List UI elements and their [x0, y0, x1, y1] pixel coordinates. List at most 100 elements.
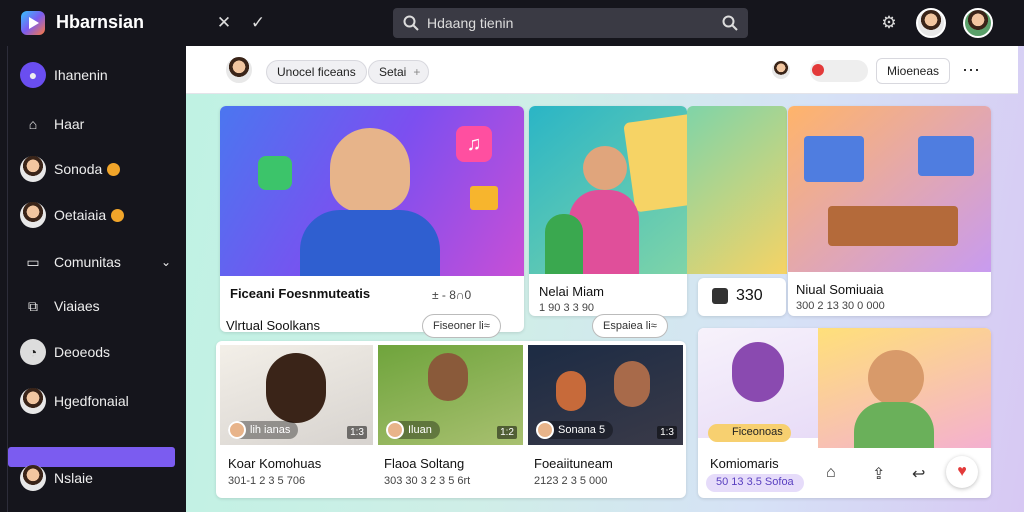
video-card-2[interactable]: Nelai Miam 1 90 3 3 90	[529, 106, 687, 316]
side-card-tag: 50 13 3.5 Sofoa	[706, 474, 804, 492]
community-icon: ▭	[26, 253, 40, 270]
app-title: Hbarnsian	[56, 12, 145, 32]
filter-chip-1[interactable]: Unocel ficeans	[266, 60, 367, 84]
reply-icon[interactable]: ↩	[912, 464, 925, 484]
channel-badge: lih ianas	[228, 421, 299, 439]
sidebar-item-label: Viaiaes	[54, 298, 100, 314]
video-card-3-title: Niual Somiuaia	[796, 282, 884, 297]
sidebar-divider	[7, 46, 8, 512]
desk-illustration	[828, 206, 958, 246]
right-action-button[interactable]: Mioeneas	[876, 58, 951, 84]
coin-icon	[107, 162, 121, 176]
video-row: lih ianas 1:3 Iluan 1:2 Sonana 5 1:3 Koa…	[216, 341, 686, 498]
channel-avatar[interactable]	[224, 55, 254, 85]
more-options-icon[interactable]: ⋯	[962, 60, 980, 81]
hgedfonaial-avatar	[20, 388, 46, 414]
sidebar-item-channel[interactable]: ● Ihanenin	[20, 61, 108, 89]
profile-avatar[interactable]	[963, 8, 993, 38]
home-icon[interactable]: ⌂	[826, 464, 836, 482]
video-thumbnail-2	[529, 106, 687, 274]
duration-label: 1:3	[657, 426, 677, 439]
video-card-2-title: Nelai Miam	[539, 284, 605, 299]
sidebar-item-nslaie[interactable]: Nslaie	[20, 464, 93, 492]
person-illustration	[583, 146, 627, 190]
channel-badge-label: Sonana 5	[558, 424, 606, 436]
side-feature-card[interactable]: Ficeonoas Komiomaris 50 13 3.5 Sofoa ⌂ ⇪…	[698, 328, 991, 498]
person-illustration	[732, 342, 784, 402]
coin-icon	[111, 208, 125, 222]
channel-badge-label: lih ianas	[250, 424, 291, 436]
search-submit-icon[interactable]	[722, 15, 738, 31]
video-c-title[interactable]: Foeaiituneam	[534, 456, 613, 471]
section-title: Vlrtual Soolkans	[226, 318, 320, 333]
live-toggle[interactable]	[810, 60, 868, 82]
board-illustration	[623, 109, 687, 213]
person-illustration	[868, 350, 924, 406]
user-avatar[interactable]	[916, 8, 946, 38]
chat-icon: ◔	[20, 339, 46, 365]
sidebar-item-sonoda[interactable]: Sonoda	[20, 155, 121, 183]
share-icon[interactable]: ⇪	[872, 464, 885, 484]
heart-icon[interactable]: ♥	[946, 456, 978, 488]
child-illustration	[545, 214, 583, 274]
sidebar-item-label: Deoeods	[54, 344, 111, 360]
music-note-icon: ♫	[456, 126, 492, 162]
settings-icon[interactable]: ⚙	[878, 12, 900, 34]
sidebar-item-comunitas[interactable]: ▭ Comunitas ⌄	[20, 248, 175, 276]
channel-icon: ●	[20, 62, 46, 88]
section-pill-1[interactable]: Fiseoner li≈	[422, 314, 501, 338]
oetaiaia-avatar	[20, 202, 46, 228]
sidebar-item-label: Hgedfonaial	[54, 393, 129, 409]
video-card-3[interactable]: Niual Somiuaia 300 2 13 30 0 000	[788, 106, 991, 316]
chat-bubble-icon	[712, 288, 728, 304]
video-b-sub: 303 30 3 2 3 5 6rt	[384, 475, 471, 487]
sidebar-item-home[interactable]: ⌂ Haar	[20, 110, 85, 138]
featured-card[interactable]: ♫ Ficeani Foesnmuteatis ± - 8∩0	[220, 106, 524, 332]
section-pill-2[interactable]: Espaiea li≈	[592, 314, 668, 338]
video-a-title[interactable]: Koar Komohuas	[228, 456, 321, 471]
search-input[interactable]: Hdaang tienin	[427, 15, 513, 31]
monitor-illustration	[918, 136, 974, 176]
notification-avatar[interactable]	[772, 61, 790, 79]
app-sticker-icon	[258, 156, 292, 190]
sidebar-item-oetaiaia[interactable]: Oetaiaia	[20, 201, 125, 229]
person-illustration	[330, 128, 410, 212]
nslaie-avatar	[20, 465, 46, 491]
close-icon[interactable]: ✕	[213, 12, 235, 34]
side-thumbnail-b	[818, 328, 991, 448]
channel-badge: Iluan	[386, 421, 440, 439]
search-icon	[403, 15, 419, 31]
shirt-illustration	[300, 210, 440, 276]
stat-card[interactable]: 330	[698, 278, 786, 316]
sidebar-item-hgedfonaial[interactable]: Hgedfonaial	[20, 387, 129, 415]
plus-icon: +	[413, 65, 421, 79]
video-a-sub: 301-1 2 3 5 706	[228, 475, 306, 487]
sidebar-item-deoeods[interactable]: ◔ Deoeods	[20, 338, 110, 366]
duration-label: 1:3	[347, 426, 367, 439]
live-dot-icon	[812, 64, 824, 76]
content-toolbar: Unocel ficeans Setai + Mioeneas ⋯	[186, 46, 1018, 94]
sonoda-avatar	[20, 156, 46, 182]
video-thumbnail-c[interactable]: Sonana 5 1:3	[528, 345, 683, 445]
monitor-illustration	[804, 136, 864, 182]
chevron-down-icon[interactable]: ⌄	[161, 255, 171, 269]
duration-label: 1:2	[497, 426, 517, 439]
person-illustration	[556, 371, 586, 411]
person-illustration	[266, 353, 326, 423]
stat-value: 330	[736, 287, 763, 304]
filter-chip-2[interactable]: Setai +	[368, 60, 430, 84]
video-b-title[interactable]: Flaoa Soltang	[384, 456, 464, 471]
featured-thumbnail: ♫	[220, 106, 524, 276]
sidebar-item-label: Haar	[54, 116, 85, 132]
check-icon[interactable]: ✓	[247, 12, 269, 34]
video-card-3-sub: 300 2 13 30 0 000	[796, 300, 885, 312]
sidebar-item-viaiaes[interactable]: ⧉ Viaiaes	[20, 292, 100, 320]
search-bar[interactable]: Hdaang tienin	[393, 8, 748, 38]
video-thumbnail-a[interactable]: lih ianas 1:3	[220, 345, 373, 445]
app-logo-icon[interactable]	[20, 10, 46, 36]
video-thumbnail-b[interactable]: Iluan 1:2	[378, 345, 523, 445]
video-c-sub: 2123 2 3 5 000	[534, 475, 608, 487]
top-bar: Hbarnsian ✕ ✓ Hdaang tienin ⚙	[0, 0, 1024, 46]
featured-meta: ± - 8∩0	[432, 288, 472, 302]
person-illustration	[614, 361, 650, 407]
